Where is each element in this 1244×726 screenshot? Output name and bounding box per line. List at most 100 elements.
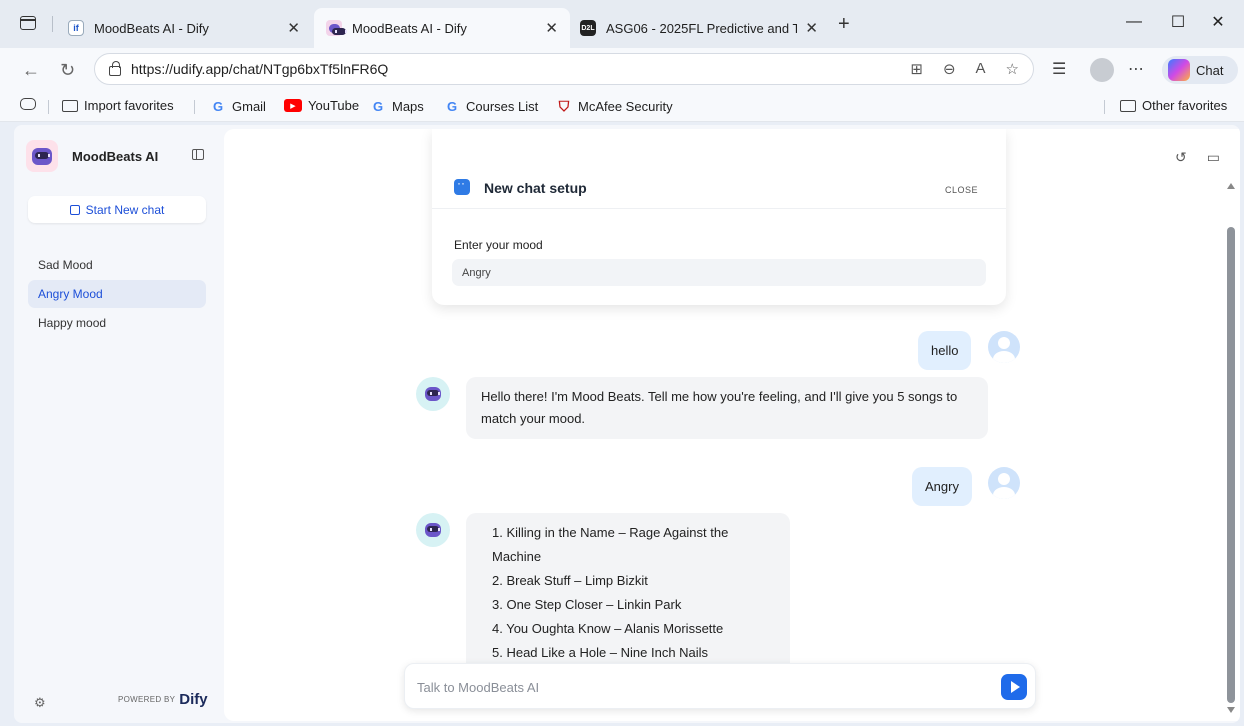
minimize-icon[interactable]: — [1124, 12, 1144, 32]
conversation-label: Angry Mood [38, 287, 103, 301]
start-new-chat-button[interactable]: Start New chat [28, 196, 206, 223]
google-icon: G [372, 98, 384, 114]
address-bar-row: ← ↻ https://udify.app/chat/NTgp6bxTf5lnF… [0, 48, 1244, 92]
copilot-icon [1168, 59, 1190, 81]
favorites-list-icon[interactable]: ☰ [1052, 60, 1066, 80]
song-item: 5. Head Like a Hole – Nine Inch Nails [492, 645, 709, 660]
bot-message-text: Hello there! I'm Mood Beats. Tell me how… [481, 389, 958, 426]
start-new-chat-label: Start New chat [85, 202, 165, 217]
dify-favicon-icon: if [68, 20, 84, 36]
new-chat-setup-card: New chat setup CLOSE Enter your mood [432, 129, 1006, 305]
mcafee-link[interactable]: ⛉ McAfee Security [556, 98, 673, 114]
setup-header: New chat setup CLOSE [432, 129, 1006, 209]
close-setup-button[interactable]: CLOSE [945, 185, 978, 195]
browser-tab-bar: if MoodBeats AI - Dify ✕ MoodBeats AI - … [0, 0, 1244, 48]
app-available-icon[interactable]: ⊞ [910, 60, 923, 78]
url-text: https://udify.app/chat/NTgp6bxTf5lnFR6Q [131, 61, 389, 77]
conversation-item-happy-mood[interactable]: Happy mood [28, 309, 206, 337]
youtube-icon: ▶ [284, 99, 302, 112]
chat-panel: ↺ ▭ New chat setup CLOSE Enter your mood… [224, 129, 1240, 721]
back-arrow-icon[interactable]: ← [22, 60, 40, 80]
message-composer [404, 663, 1036, 709]
close-tab-icon[interactable]: ✕ [545, 19, 558, 37]
tab-moodbeats-1[interactable]: if MoodBeats AI - Dify ✕ [56, 8, 312, 48]
read-aloud-icon[interactable]: A [976, 60, 986, 78]
import-favorites-label: Import favorites [84, 98, 174, 113]
song-item: 2. Break Stuff – Limp Bizkit [492, 573, 648, 588]
user-avatar [988, 331, 1020, 363]
chat-list-icon[interactable]: ▭ [1207, 149, 1220, 166]
favorite-star-icon[interactable]: ☆ [1006, 60, 1019, 78]
other-favorites-link[interactable]: Other favorites [1120, 98, 1227, 113]
restart-icon[interactable]: ↺ [1175, 149, 1187, 166]
scrollbar[interactable] [1224, 175, 1238, 721]
close-tab-icon[interactable]: ✕ [805, 19, 818, 37]
sidebar: MoodBeats AI Start New chat Sad Mood Ang… [14, 125, 224, 723]
settings-sliders-icon[interactable]: ⚙ [34, 695, 46, 711]
bot-message: 1. Killing in the Name – Rage Against th… [466, 513, 790, 673]
app-name: MoodBeats AI [72, 148, 159, 164]
maximize-icon[interactable]: ☐ [1168, 12, 1188, 32]
mcafee-label: McAfee Security [578, 98, 673, 114]
tab-asg06[interactable]: D2L ASG06 - 2025FL Predictive and Te ✕ [568, 8, 830, 48]
youtube-link[interactable]: ▶ YouTube [284, 98, 359, 113]
bot-avatar [416, 513, 450, 547]
user-message-text: hello [931, 343, 959, 358]
tab-separator [52, 16, 53, 32]
send-button[interactable] [1001, 674, 1027, 700]
courses-list-link[interactable]: G Courses List [444, 98, 538, 114]
other-favorites-label: Other favorites [1142, 98, 1228, 113]
favorites-toggle-icon[interactable] [20, 98, 42, 110]
zoom-out-icon[interactable]: ⊖ [943, 60, 956, 78]
import-icon [62, 99, 78, 112]
song-item: 3. One Step Closer – Linkin Park [492, 597, 682, 612]
google-icon: G [446, 98, 458, 114]
user-message-text: Angry [925, 479, 959, 494]
powered-by: POWERED BY Dify [118, 691, 208, 708]
song-list: 1. Killing in the Name – Rage Against th… [492, 521, 780, 665]
setup-title: New chat setup [484, 180, 587, 196]
url-actions: ⊞ ⊖ A ☆ [910, 60, 1019, 78]
conversation-item-angry-mood[interactable]: Angry Mood [28, 280, 206, 308]
conversation-item-sad-mood[interactable]: Sad Mood [28, 251, 206, 279]
lock-icon [109, 61, 121, 76]
scroll-down-icon[interactable] [1227, 707, 1235, 713]
powered-by-label: POWERED BY [118, 695, 176, 704]
user-message: hello [918, 331, 972, 370]
new-tab-icon[interactable]: + [838, 14, 850, 34]
sidebar-collapse-icon[interactable] [192, 149, 204, 160]
maps-link[interactable]: G Maps [370, 98, 424, 114]
scrollbar-thumb[interactable] [1227, 227, 1235, 703]
song-item: 1. Killing in the Name – Rage Against th… [492, 525, 729, 564]
close-tab-icon[interactable]: ✕ [287, 19, 300, 37]
dify-logo: Dify [179, 691, 208, 708]
import-favorites-link[interactable]: Import favorites [62, 98, 174, 113]
tab-actions-icon[interactable] [20, 16, 36, 30]
bot-message: Hello there! I'm Mood Beats. Tell me how… [466, 377, 988, 439]
gmail-link[interactable]: G Gmail [210, 98, 266, 114]
copilot-chat-button[interactable]: Chat [1162, 56, 1238, 84]
profile-avatar[interactable] [1090, 58, 1114, 82]
divider [48, 100, 49, 114]
more-menu-icon[interactable]: ⋯ [1128, 60, 1144, 80]
app-window: MoodBeats AI Start New chat Sad Mood Ang… [14, 125, 1240, 723]
tab-title: MoodBeats AI - Dify [94, 20, 209, 36]
conversation-label: Happy mood [38, 316, 107, 330]
tab-title: ASG06 - 2025FL Predictive and Te [606, 20, 798, 36]
url-field[interactable]: https://udify.app/chat/NTgp6bxTf5lnFR6Q … [94, 53, 1034, 85]
scroll-up-icon[interactable] [1227, 183, 1235, 189]
close-window-icon[interactable]: ✕ [1208, 12, 1228, 32]
user-message: Angry [912, 467, 972, 506]
song-item: 4. You Oughta Know – Alanis Morissette [492, 621, 724, 636]
tab-moodbeats-2[interactable]: MoodBeats AI - Dify ✕ [314, 8, 570, 48]
refresh-icon[interactable]: ↻ [60, 60, 75, 80]
robot-logo-icon [26, 140, 58, 172]
folder-icon [1120, 99, 1136, 112]
robot-icon [425, 523, 441, 537]
chat-bubble-icon [454, 176, 470, 195]
mood-label: Enter your mood [454, 238, 543, 252]
mood-input[interactable] [452, 259, 986, 286]
message-input[interactable] [417, 676, 977, 698]
gmail-label: Gmail [232, 98, 266, 114]
app-brand: MoodBeats AI [26, 140, 158, 172]
